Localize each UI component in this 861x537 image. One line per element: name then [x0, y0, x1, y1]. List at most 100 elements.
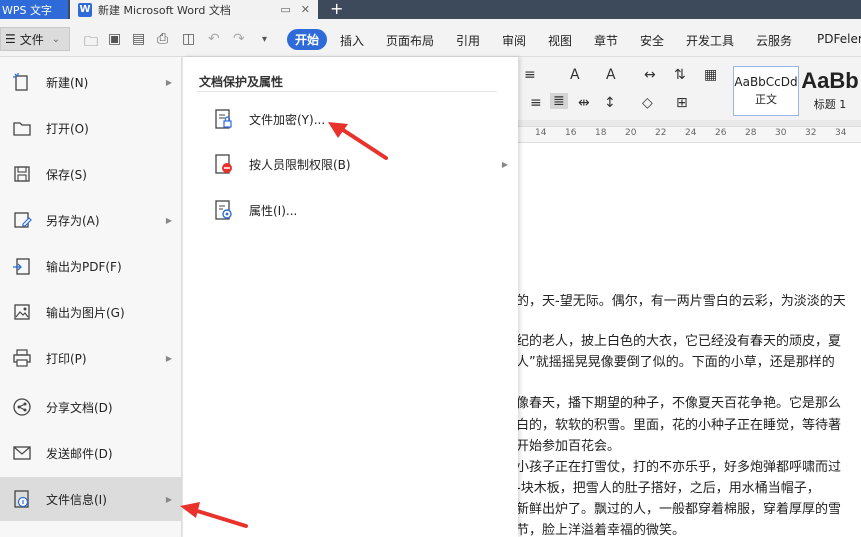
tab-review[interactable]: 审阅	[502, 32, 526, 49]
file-menu: 新建(N) ▶ 打开(O) 保存(S) 另存为(A) ▶ 输出为PDF(F) 输…	[0, 57, 182, 537]
tab-close-icon[interactable]: ✕	[301, 3, 310, 16]
doc-text-line: 白的，软软的积雪。里面，花的小种子正在睡觉，等待著	[516, 418, 842, 433]
menu-item-open[interactable]: 打开(O)	[0, 106, 182, 150]
ruler-tick: 30	[775, 128, 787, 138]
border-box-icon[interactable]: ▦	[704, 67, 717, 83]
ruler-tick: 32	[805, 128, 817, 138]
menu-item-save-as-label: 另存为(A)	[46, 213, 100, 228]
tab-insert[interactable]: 插入	[340, 32, 364, 49]
ruler-tick: 20	[625, 128, 637, 138]
pdf-export-icon	[11, 255, 33, 277]
pdf-icon[interactable]: ▤	[132, 31, 145, 47]
doc-text-line: 纪的老人，披上白色的大衣，它已经没有春天的顽皮，夏	[516, 334, 842, 349]
open-folder-icon[interactable]: 🗀	[84, 31, 98, 55]
submenu-divider	[197, 91, 497, 92]
tab-developer[interactable]: 开发工具	[686, 32, 734, 49]
image-export-icon	[11, 301, 33, 323]
file-info-icon	[11, 488, 33, 510]
ruler-tick: 22	[655, 128, 667, 138]
line-spacing-icon[interactable]: ↕	[604, 95, 616, 111]
tab-chapter[interactable]: 章节	[594, 32, 618, 49]
horizontal-ruler[interactable]: 14 16 18 20 22 24 26 28 30 32 34	[516, 126, 861, 143]
submenu-item-encrypt-label: 文件加密(Y)...	[249, 112, 326, 127]
ruler-tick: 26	[715, 128, 727, 138]
tab-cloud-service[interactable]: 云服务	[756, 32, 792, 49]
menu-item-export-image[interactable]: 输出为图片(G)	[0, 290, 182, 334]
ruler-tick: 24	[685, 128, 697, 138]
preview-icon[interactable]: ◫	[182, 31, 195, 47]
menu-item-new-label: 新建(N)	[46, 75, 89, 90]
text-spacing-icon[interactable]: ↔	[644, 67, 656, 83]
font-color-icon[interactable]: A	[570, 67, 580, 83]
fill-bucket-icon[interactable]: ◇	[642, 95, 653, 111]
align-justify-icon[interactable]: ≡	[524, 67, 536, 83]
align-distribute-icon[interactable]: ≣	[550, 93, 568, 109]
document-page[interactable]: 的，天-望无际。偶尔，有一两片雪白的云彩，为淡淡的天 纪的老人，披上白色的大衣，…	[516, 143, 861, 537]
file-encrypt-icon	[211, 107, 235, 131]
new-tab-button[interactable]: +	[330, 0, 343, 19]
annotation-arrow-file-info	[180, 502, 248, 528]
quick-access-dropdown-icon[interactable]: ▾	[262, 34, 267, 45]
ruler-tick: 14	[535, 128, 547, 138]
tab-view[interactable]: 视图	[548, 32, 572, 49]
doc-text-line: 像春天，播下期望的种子，不像夏天百花争艳。它是那么	[516, 396, 842, 411]
save-icon[interactable]: ▣	[108, 31, 121, 47]
submenu-item-properties[interactable]: 属性(I)...	[183, 190, 518, 230]
new-doc-icon	[11, 71, 33, 93]
redo-icon[interactable]: ↷	[233, 31, 245, 47]
style-normal[interactable]: AaBbCcDd 正文	[733, 66, 799, 116]
align-right-icon[interactable]: ≡	[530, 95, 542, 111]
menu-item-save[interactable]: 保存(S)	[0, 152, 182, 196]
tab-wps-label: WPS 文字	[2, 3, 52, 17]
tab-wps-writer[interactable]: WPS 文字	[0, 0, 68, 19]
column-width-icon[interactable]: ⇹	[578, 95, 590, 111]
tab-pin-icon[interactable]: ▭	[280, 3, 290, 16]
menu-item-save-label: 保存(S)	[46, 167, 87, 182]
tab-start[interactable]: 开始	[287, 29, 328, 50]
word-doc-icon: W	[78, 2, 92, 17]
doc-text-line: 节，脸上洋溢着幸福的微笑。	[516, 523, 686, 537]
doc-text-line: 新鲜出炉了。飘过的人，一般都穿着棉服，穿着厚厚的雪	[516, 502, 842, 517]
ruler-tick: 28	[745, 128, 757, 138]
file-menu-button[interactable]: ☰ 文件 ⌄	[0, 27, 70, 51]
menu-item-share[interactable]: 分享文档(D)	[0, 385, 182, 429]
undo-icon[interactable]: ↶	[208, 31, 220, 47]
submenu-title: 文档保护及属性	[199, 75, 284, 89]
folder-icon	[11, 117, 33, 139]
menu-item-export-image-label: 输出为图片(G)	[46, 305, 125, 320]
chevron-right-icon: ▶	[165, 494, 172, 504]
main-toolbar: ☰ 文件 ⌄ 🗀 ▣ ▤ ⎙ ◫ ↶ ↷ ▾ 开始 插入 页面布局 引用 审阅 …	[0, 19, 861, 57]
tab-page-layout[interactable]: 页面布局	[386, 32, 434, 49]
style-heading-1-sample: AaBb	[801, 68, 859, 93]
menu-item-new[interactable]: 新建(N) ▶	[0, 60, 182, 104]
mail-icon	[11, 442, 33, 464]
save-as-icon	[11, 209, 33, 231]
tab-document[interactable]: W 新建 Microsoft Word 文档 ▭ ✕	[70, 0, 318, 19]
tab-security[interactable]: 安全	[640, 32, 664, 49]
char-shading-icon[interactable]: A	[606, 67, 616, 83]
style-normal-name: 正文	[755, 93, 777, 106]
doc-text-line: 小孩子正在打雪仗，打的不亦乐乎，好多炮弹都呼啸而过	[516, 460, 842, 475]
menu-item-save-as[interactable]: 另存为(A) ▶	[0, 198, 182, 242]
sort-icon[interactable]: ⇅	[674, 67, 686, 83]
ruler-tick: 18	[595, 128, 607, 138]
menu-item-file-info[interactable]: 文件信息(I) ▶	[0, 477, 182, 521]
file-menu-label: 文件	[19, 32, 44, 47]
tab-pdfelement[interactable]: PDFeler	[817, 32, 861, 46]
annotation-arrow-encrypt	[328, 122, 388, 160]
menu-item-print[interactable]: 打印(P) ▶	[0, 336, 182, 380]
style-heading-1[interactable]: AaBb 标题 1	[797, 66, 861, 116]
submenu-item-properties-label: 属性(I)...	[249, 203, 298, 218]
borders-icon[interactable]: ⊞	[676, 95, 688, 111]
tab-references[interactable]: 引用	[456, 32, 480, 49]
print-icon[interactable]: ⎙	[157, 31, 168, 47]
doc-text-line: 的，天-望无际。偶尔，有一两片雪白的云彩，为淡淡的天	[516, 294, 846, 309]
style-heading-1-name: 标题 1	[813, 98, 847, 111]
style-normal-sample: AaBbCcDd	[734, 75, 798, 89]
chevron-right-icon: ▶	[165, 77, 172, 87]
ruler-tick: 16	[565, 128, 577, 138]
menu-item-file-info-label: 文件信息(I)	[46, 492, 107, 507]
menu-item-send-mail[interactable]: 发送邮件(D)	[0, 431, 182, 475]
chevron-right-icon: ▶	[165, 353, 172, 363]
menu-item-export-pdf[interactable]: 输出为PDF(F)	[0, 244, 182, 288]
